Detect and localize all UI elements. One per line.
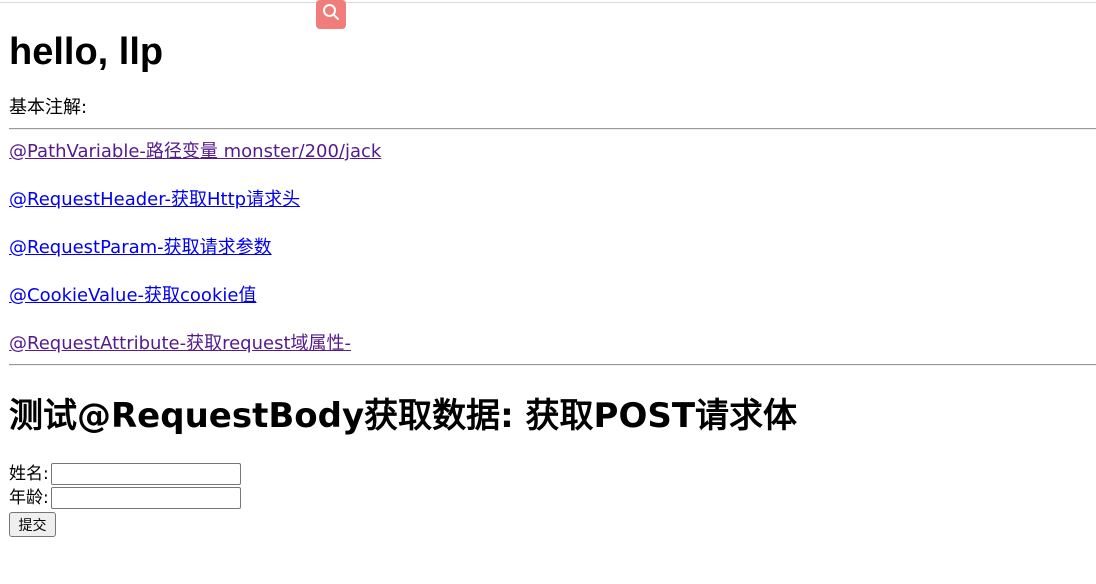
search-button[interactable]	[316, 0, 346, 29]
age-label: 年龄:	[9, 488, 49, 508]
page-title: hello, llp	[9, 31, 164, 73]
link-requestattribute[interactable]: @RequestAttribute-获取request域属性-	[9, 333, 351, 355]
submit-button[interactable]: 提交	[9, 512, 56, 537]
form-heading: 测试@RequestBody获取数据: 获取POST请求体	[9, 396, 798, 436]
divider	[9, 364, 1096, 366]
link-requestheader[interactable]: @RequestHeader-获取Http请求头	[9, 189, 300, 211]
search-icon	[322, 3, 340, 26]
name-label: 姓名:	[9, 464, 49, 484]
age-row: 年龄:	[9, 487, 241, 509]
link-cookievalue[interactable]: @CookieValue-获取cookie值	[9, 285, 256, 307]
age-input[interactable]	[50, 487, 241, 509]
divider	[9, 128, 1096, 130]
intro-text: 基本注解:	[9, 97, 88, 118]
name-row: 姓名:	[9, 463, 241, 485]
name-input[interactable]	[50, 463, 241, 485]
top-divider	[0, 2, 1096, 3]
link-requestparam[interactable]: @RequestParam-获取请求参数	[9, 237, 272, 259]
link-pathvariable[interactable]: @PathVariable-路径变量 monster/200/jack	[9, 141, 381, 163]
